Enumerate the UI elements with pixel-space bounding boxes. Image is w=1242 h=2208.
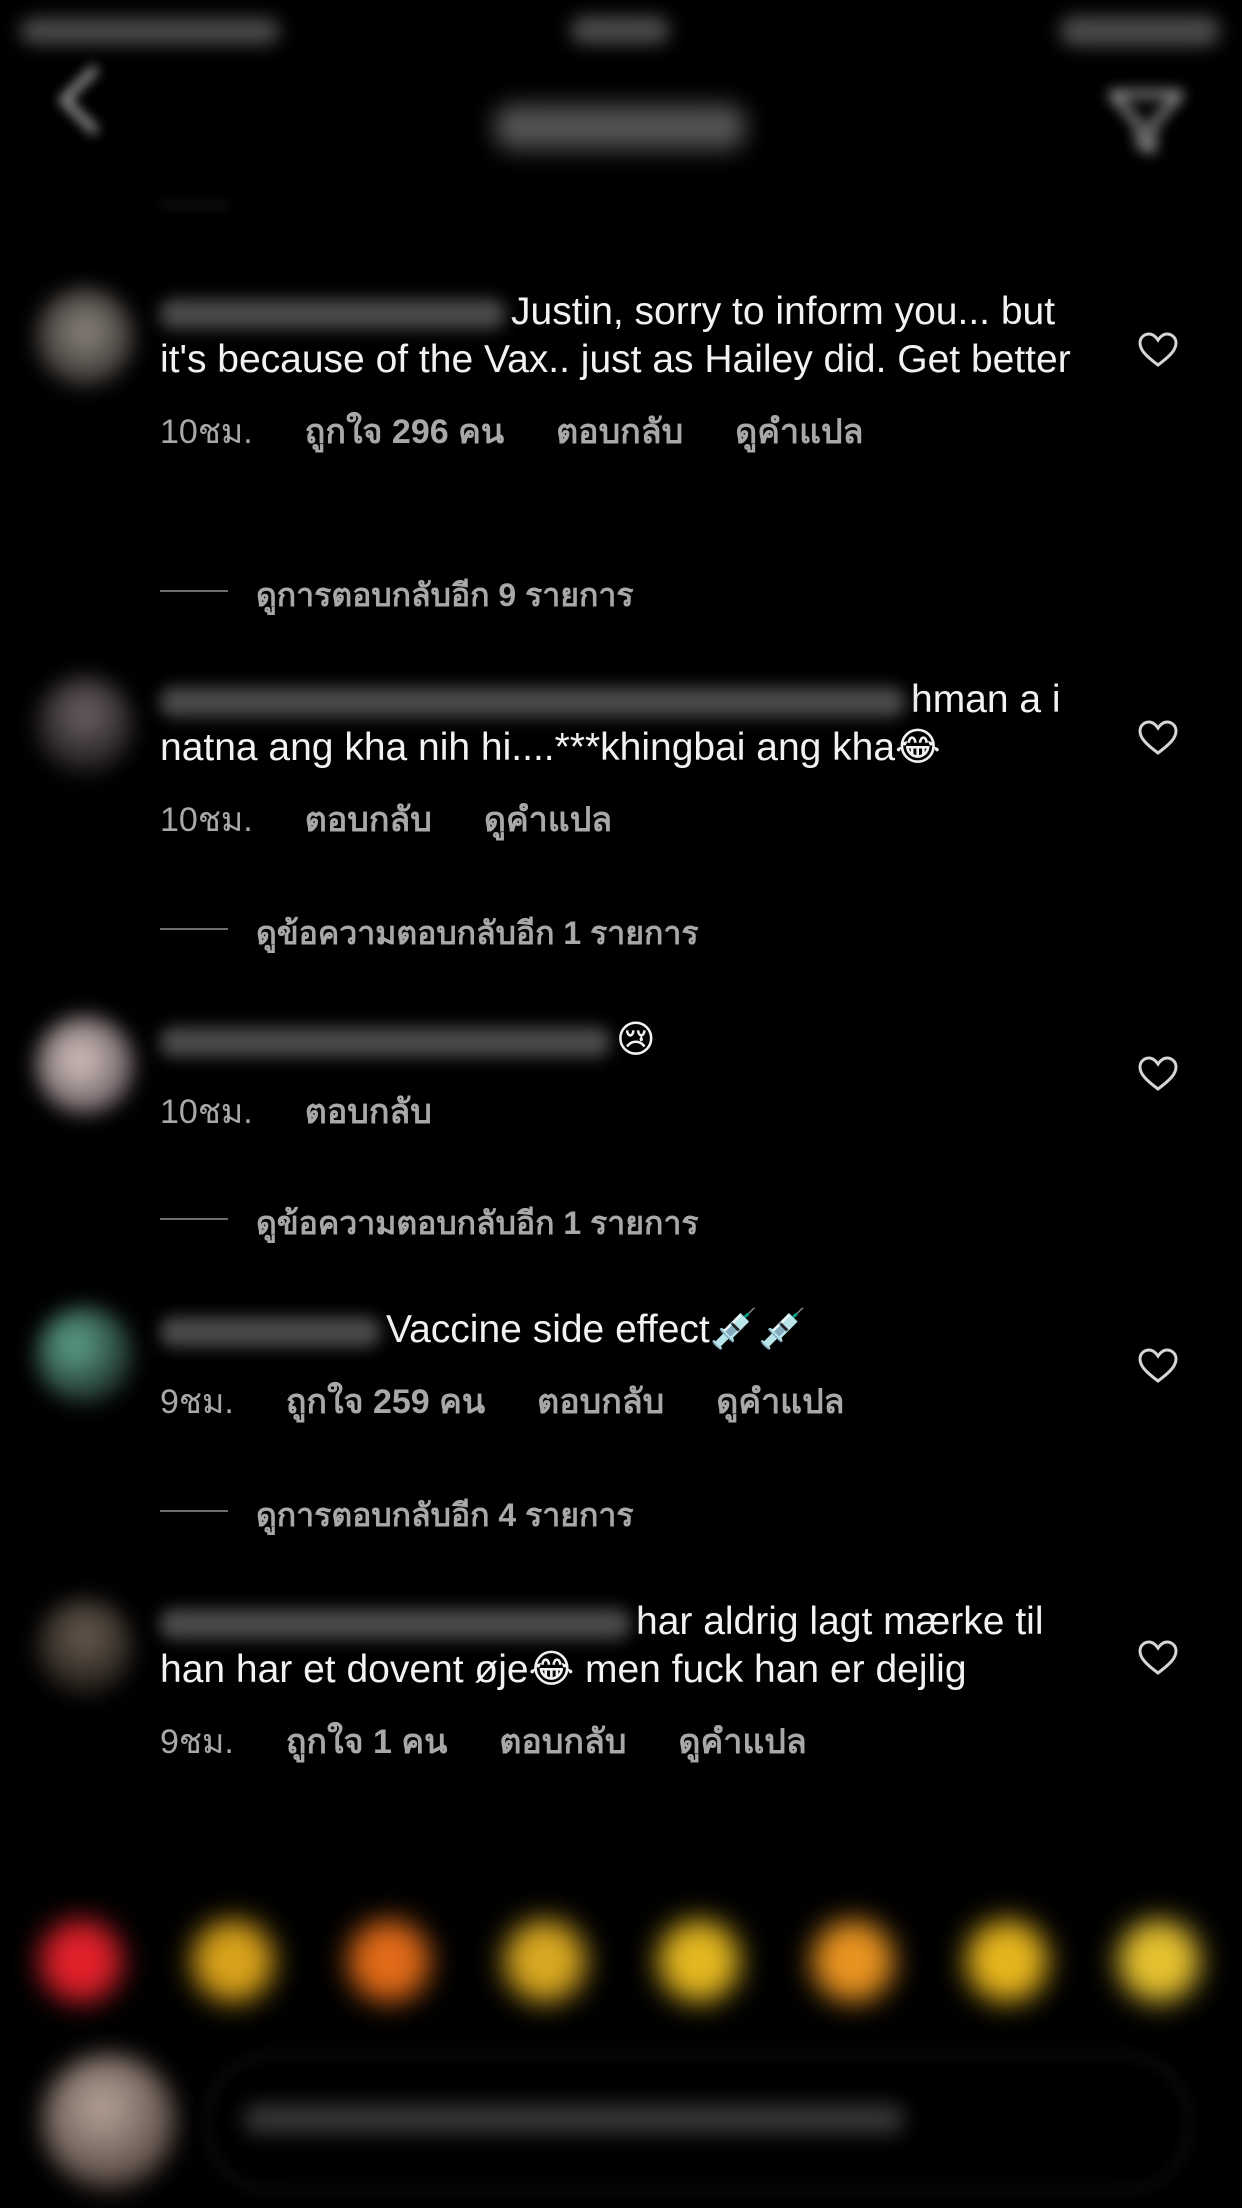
reply-button[interactable]: ตอบกลับ <box>305 792 432 846</box>
reply-button[interactable]: ตอบกลับ <box>305 1084 432 1138</box>
comment-input-bar <box>0 2040 1242 2208</box>
translate-button[interactable]: ดูคำแปล <box>678 1714 806 1768</box>
like-count[interactable]: ถูกใจ 1 คน <box>286 1714 447 1768</box>
translate-button[interactable]: ดูคำแปล <box>735 404 863 458</box>
reply-button[interactable]: ตอบกลับ <box>537 1374 664 1428</box>
page-title <box>495 105 745 149</box>
heart-icon[interactable] <box>1138 720 1178 756</box>
username[interactable] <box>160 1026 610 1057</box>
reaction-heart-eyes-icon[interactable] <box>812 1920 894 2002</box>
comment-time: 9ชม. <box>160 1723 234 1761</box>
avatar[interactable] <box>36 288 134 386</box>
comment-time: 10ชม. <box>160 1093 253 1131</box>
reaction-grin-icon[interactable] <box>966 1920 1048 2002</box>
comment-time: 9ชม. <box>160 1383 234 1421</box>
like-count[interactable]: ถูกใจ 296 คน <box>305 404 504 458</box>
username[interactable] <box>160 298 505 329</box>
back-chevron-icon[interactable] <box>52 60 108 140</box>
reaction-fire-icon[interactable] <box>348 1920 430 2002</box>
avatar[interactable] <box>36 676 134 774</box>
avatar[interactable] <box>36 1598 134 1696</box>
translate-button[interactable]: ดูคำแปล <box>716 1374 844 1428</box>
username[interactable] <box>160 1316 380 1347</box>
reply-button[interactable]: ตอบกลับ <box>556 404 683 458</box>
quick-reaction-bar <box>0 1920 1242 2002</box>
comment-text: har aldrig lagt mærke til han har et dov… <box>160 1600 1044 1691</box>
comment-text: hman a i natna ang kha nih hi....***khin… <box>160 678 1061 769</box>
filter-icon[interactable] <box>1108 88 1184 158</box>
comment-text: Justin, sorry to inform you... but it's … <box>160 290 1071 381</box>
heart-icon[interactable] <box>1138 1056 1178 1092</box>
comment-time: 10ชม. <box>160 413 253 451</box>
comment-text: Vaccine side effect💉💉 <box>160 1306 1080 1354</box>
comment-text: 😢 <box>160 1016 1080 1064</box>
heart-icon[interactable] <box>1138 1348 1178 1384</box>
more-replies-link[interactable] <box>160 186 660 222</box>
reaction-celebrate-icon[interactable] <box>504 1920 586 2002</box>
comment-time: 10ชม. <box>160 801 253 839</box>
status-bar <box>0 0 1242 60</box>
avatar[interactable] <box>36 1016 134 1114</box>
avatar <box>42 2054 176 2188</box>
heart-icon[interactable] <box>1138 332 1178 368</box>
username[interactable] <box>160 1608 630 1639</box>
translate-button[interactable]: ดูคำแปล <box>484 792 612 846</box>
avatar[interactable] <box>36 1306 134 1404</box>
reply-button[interactable]: ตอบกลับ <box>499 1714 626 1768</box>
comment-input-placeholder <box>244 2104 904 2134</box>
reaction-heart-icon[interactable] <box>40 1920 122 2002</box>
heart-icon[interactable] <box>1138 1640 1178 1676</box>
reaction-smile-icon[interactable] <box>658 1920 740 2002</box>
username[interactable] <box>160 686 905 717</box>
reaction-laugh-icon[interactable] <box>1118 1920 1200 2002</box>
like-count[interactable]: ถูกใจ 259 คน <box>286 1374 485 1428</box>
reaction-clap-icon[interactable] <box>192 1920 274 2002</box>
